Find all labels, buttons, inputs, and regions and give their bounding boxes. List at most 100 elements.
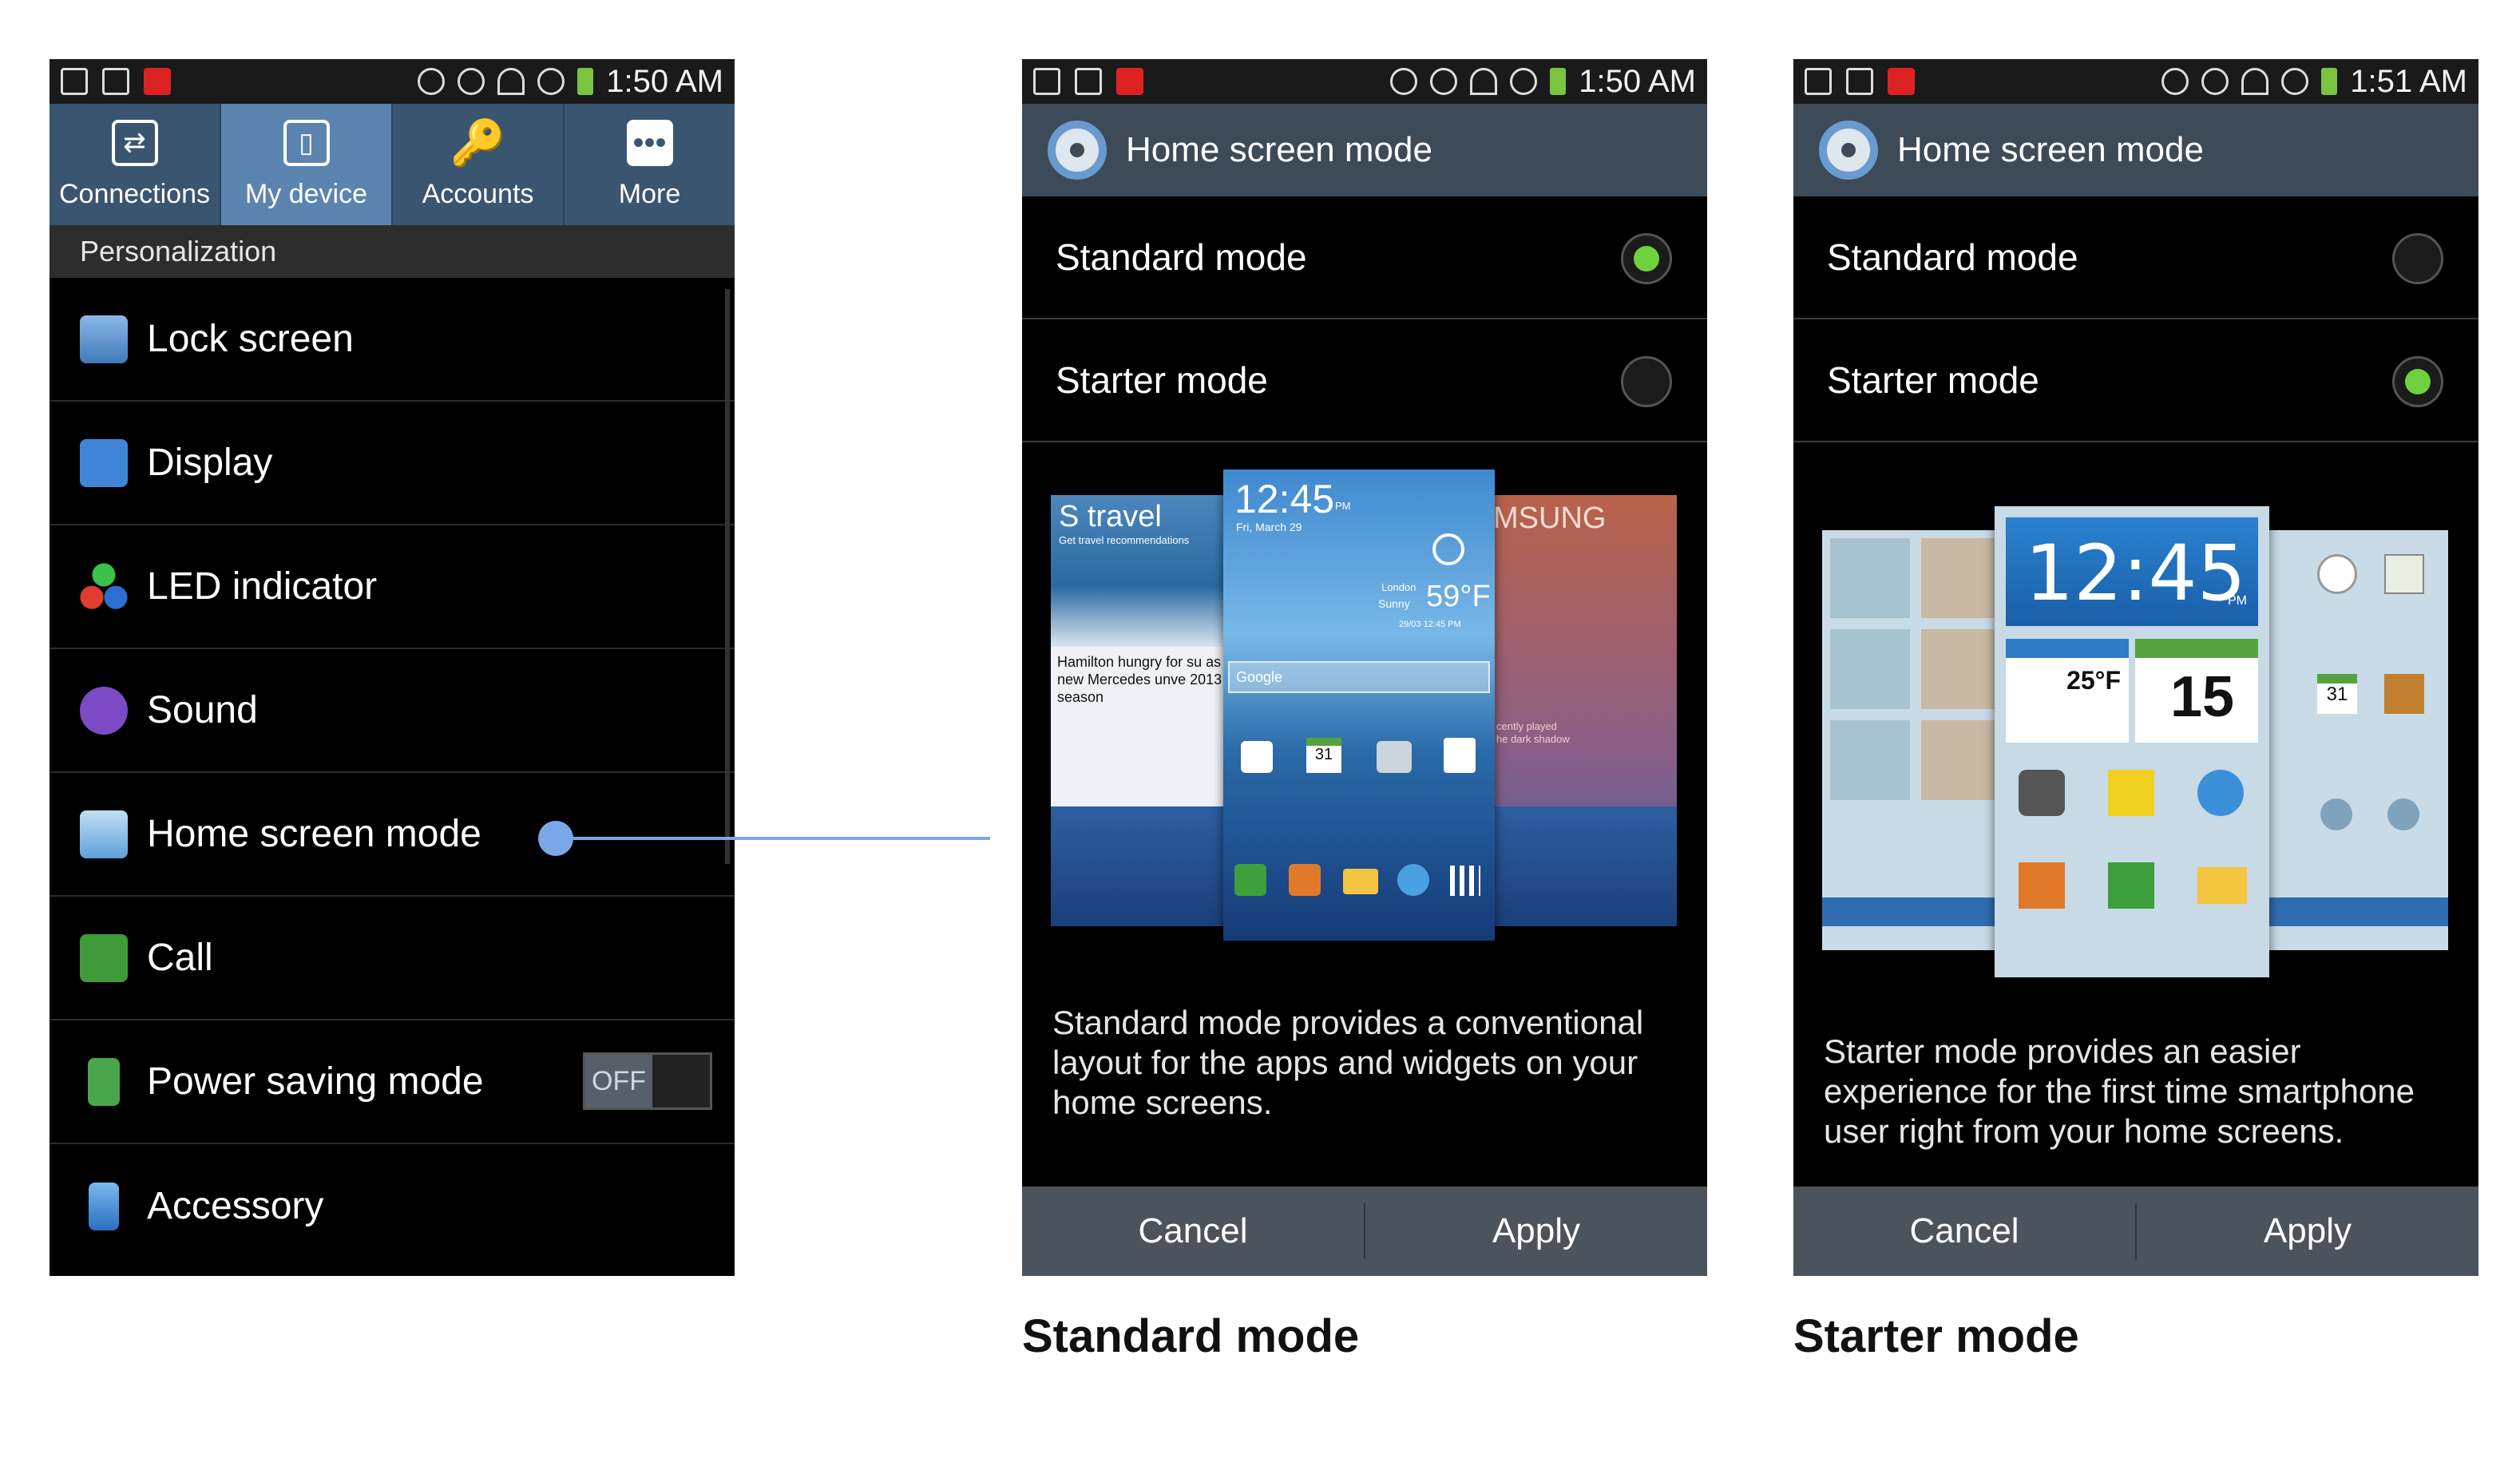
settings-item-sound[interactable]: Sound bbox=[50, 649, 735, 773]
title-bar: Home screen mode bbox=[1022, 104, 1707, 196]
status-bar: 1:51 AM bbox=[1793, 59, 2478, 104]
gps-icon bbox=[1430, 68, 1458, 95]
power-saving-toggle[interactable]: OFF bbox=[583, 1052, 712, 1110]
internet-app-icon bbox=[2197, 770, 2244, 816]
settings-item-power-saving[interactable]: Power saving mode OFF bbox=[50, 1020, 735, 1144]
settings-phone: 1:50 AM ⇄ Connections ▯ My device 🔑 Acco… bbox=[50, 59, 735, 1276]
no-signal-icon bbox=[2281, 68, 2309, 95]
sound-icon bbox=[80, 686, 128, 735]
home-icon bbox=[80, 810, 128, 858]
tab-label: Connections bbox=[58, 178, 210, 209]
settings-gear-icon bbox=[1048, 121, 1107, 180]
clock-widget: 12:45 PM bbox=[2006, 517, 2258, 626]
option-standard-mode[interactable]: Standard mode bbox=[1022, 196, 1707, 319]
status-bar: 1:50 AM bbox=[50, 59, 735, 104]
my-device-icon: ▯ bbox=[283, 119, 330, 166]
settings-item-label: LED indicator bbox=[147, 565, 378, 608]
error-notification-icon bbox=[144, 68, 171, 95]
radio-standard-mode[interactable] bbox=[1621, 233, 1672, 284]
weather-widget: 25°F bbox=[2006, 639, 2129, 743]
add-icon[interactable] bbox=[2387, 798, 2419, 830]
option-starter-mode[interactable]: Starter mode bbox=[1793, 319, 2478, 442]
section-header: Personalization bbox=[50, 225, 735, 278]
tab-label: More bbox=[618, 178, 681, 209]
apps-grid-icon[interactable] bbox=[1450, 866, 1480, 896]
messages-app-icon bbox=[2197, 867, 2247, 904]
settings-item-label: Power saving mode bbox=[147, 1060, 484, 1103]
google-search-bar[interactable]: Google bbox=[1228, 661, 1490, 693]
option-label: Standard mode bbox=[1056, 236, 1307, 278]
center-clock: 12:45 bbox=[1234, 477, 1335, 521]
apply-button[interactable]: Apply bbox=[2137, 1187, 2478, 1276]
settings-item-label: Lock screen bbox=[147, 318, 354, 360]
status-time: 1:50 AM bbox=[606, 63, 723, 99]
cancel-button[interactable]: Cancel bbox=[1793, 1187, 2135, 1276]
option-starter-mode[interactable]: Starter mode bbox=[1022, 319, 1707, 442]
tab-my-device[interactable]: ▯ My device bbox=[221, 104, 393, 225]
camera-app-icon bbox=[2019, 770, 2065, 816]
tab-label: My device bbox=[244, 178, 368, 209]
news-widget: Hamilton hungry for su as new Mercedes u… bbox=[1057, 654, 1222, 705]
settings-item-label: Display bbox=[147, 442, 273, 484]
radio-starter-mode[interactable] bbox=[1621, 356, 1672, 407]
option-standard-mode[interactable]: Standard mode bbox=[1793, 196, 2478, 319]
s-travel-sub: Get travel recommendations bbox=[1059, 534, 1190, 546]
accounts-icon: 🔑 bbox=[450, 117, 506, 168]
gps-icon bbox=[2201, 68, 2229, 95]
settings-item-label: Call bbox=[147, 937, 213, 979]
contact-tile bbox=[1830, 629, 1910, 709]
mode-description: Standard mode provides a conventional la… bbox=[1052, 1004, 1644, 1121]
settings-gear-icon bbox=[1819, 121, 1878, 180]
preview-center-screen: 12:45 PM Fri, March 29 London Sunny 59°F… bbox=[1223, 470, 1495, 941]
samsung-widget-title: MSUNG bbox=[1493, 501, 1607, 535]
track-name: he dark shadow bbox=[1496, 733, 1570, 745]
preview-right-screen: MSUNG cently played he dark shadow bbox=[1493, 495, 1677, 926]
photo-app-icon bbox=[1377, 741, 1412, 773]
settings-item-accessory[interactable]: Accessory bbox=[50, 1144, 735, 1268]
no-signal-icon bbox=[1510, 68, 1538, 95]
settings-item-led-indicator[interactable]: LED indicator bbox=[50, 525, 735, 649]
clock-app-icon bbox=[2317, 554, 2357, 594]
gallery-app-icon bbox=[2108, 770, 2154, 816]
gallery-notification-icon bbox=[1805, 68, 1832, 95]
no-signal-icon bbox=[537, 68, 565, 95]
standard-mode-phone: 1:50 AM Home screen mode Standard mode S… bbox=[1022, 59, 1707, 1276]
starter-mode-caption: Starter mode bbox=[1793, 1310, 2079, 1362]
toggle-state: OFF bbox=[585, 1055, 652, 1107]
starter-mode-preview: 31 12:45 PM 25°F 15 bbox=[1822, 506, 2448, 977]
settings-item-call[interactable]: Call bbox=[50, 897, 735, 1020]
lock-notification-icon bbox=[1846, 68, 1873, 95]
connections-icon: ⇄ bbox=[111, 119, 158, 166]
battery-icon bbox=[1550, 68, 1567, 95]
settings-item-display[interactable]: Display bbox=[50, 402, 735, 525]
contact-tile bbox=[1921, 629, 2001, 709]
settings-list: Lock screen Display LED indicator Sound … bbox=[50, 278, 735, 1268]
gallery-notification-icon bbox=[61, 68, 88, 95]
tab-accounts[interactable]: 🔑 Accounts bbox=[393, 104, 565, 225]
tab-label: Accounts bbox=[422, 178, 534, 209]
calendar-app-icon: 31 bbox=[2317, 674, 2357, 714]
store-app-icon bbox=[1444, 738, 1476, 773]
title-bar: Home screen mode bbox=[1793, 104, 2478, 196]
radio-standard-mode[interactable] bbox=[2392, 233, 2443, 284]
tab-connections[interactable]: ⇄ Connections bbox=[50, 104, 221, 225]
apply-button[interactable]: Apply bbox=[1365, 1187, 1707, 1276]
power-saving-icon bbox=[88, 1057, 120, 1106]
wifi-icon bbox=[497, 68, 525, 95]
radio-starter-mode[interactable] bbox=[2392, 356, 2443, 407]
settings-item-lock-screen[interactable]: Lock screen bbox=[50, 278, 735, 402]
accessory-icon bbox=[89, 1182, 119, 1230]
gallery-notification-icon bbox=[1033, 68, 1060, 95]
center-temp: 59°F bbox=[1426, 580, 1491, 613]
battery-icon bbox=[2321, 68, 2338, 95]
starter-temp: 25°F bbox=[2066, 666, 2121, 695]
cancel-button[interactable]: Cancel bbox=[1022, 1187, 1364, 1276]
tab-more[interactable]: ••• More bbox=[565, 104, 735, 225]
center-city: London bbox=[1381, 581, 1417, 593]
settings-tabs: ⇄ Connections ▯ My device 🔑 Accounts •••… bbox=[50, 104, 735, 225]
battery-icon bbox=[577, 68, 594, 95]
contact-tile bbox=[1830, 720, 1910, 800]
add-icon[interactable] bbox=[2320, 798, 2352, 830]
camera-app-icon bbox=[1241, 741, 1273, 773]
scrollbar[interactable] bbox=[725, 289, 730, 864]
